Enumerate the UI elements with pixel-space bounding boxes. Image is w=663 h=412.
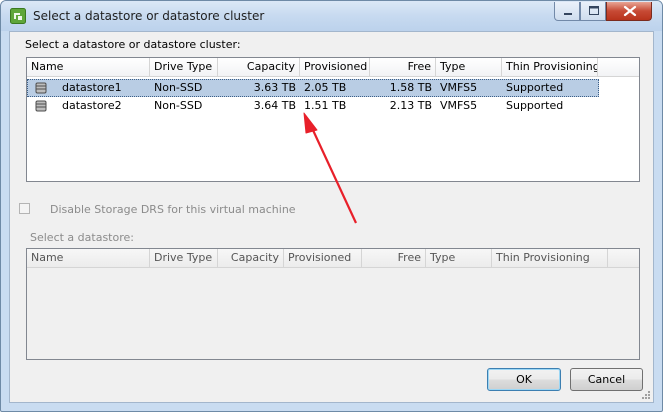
resize-grip-icon[interactable]	[641, 390, 651, 400]
column-header-name[interactable]: Name	[27, 58, 150, 76]
column-header-type[interactable]: Type	[426, 249, 492, 267]
disable-storage-drs-label: Disable Storage DRS for this virtual mac…	[50, 203, 296, 216]
datastore-table[interactable]: Name Drive Type Capacity Provisioned Fre…	[26, 57, 640, 182]
column-header-provisioned[interactable]: Provisioned	[300, 58, 370, 76]
column-header-name[interactable]: Name	[27, 249, 150, 267]
datastore-section-label: Select a datastore or datastore cluster:	[25, 38, 241, 51]
title-bar[interactable]: Select a datastore or datastore cluster	[1, 1, 662, 31]
cell-thin-provisioning: Supported	[506, 99, 564, 112]
vsphere-app-icon	[10, 8, 26, 24]
maximize-button[interactable]	[580, 2, 606, 21]
column-header-drive-type[interactable]: Drive Type	[150, 58, 218, 76]
column-header-provisioned[interactable]: Provisioned	[284, 249, 362, 267]
table-row[interactable]: datastore1 Non-SSD 3.63 TB 2.05 TB 1.58 …	[27, 79, 599, 97]
minimize-button[interactable]	[554, 2, 580, 21]
select-datastore-label: Select a datastore:	[30, 231, 134, 244]
cell-type: VMFS5	[440, 99, 478, 112]
datastore-details-table[interactable]: Name Drive Type Capacity Provisioned Fre…	[26, 248, 640, 360]
column-header-free[interactable]: Free	[370, 58, 436, 76]
cell-drive-type: Non-SSD	[154, 81, 203, 94]
datastore-icon	[35, 100, 47, 112]
dialog-window: Select a datastore or datastore cluster …	[0, 0, 663, 412]
close-icon	[623, 5, 637, 17]
cancel-button[interactable]: Cancel	[570, 368, 643, 391]
dialog-body: Select a datastore or datastore cluster:…	[9, 31, 654, 403]
cell-free: 2.13 TB	[389, 99, 432, 112]
cell-provisioned: 2.05 TB	[304, 81, 347, 94]
column-header-type[interactable]: Type	[436, 58, 502, 76]
cell-capacity: 3.64 TB	[253, 99, 296, 112]
details-table-header: Name Drive Type Capacity Provisioned Fre…	[27, 249, 639, 268]
datastore-table-header: Name Drive Type Capacity Provisioned Fre…	[27, 58, 639, 77]
column-header-free[interactable]: Free	[362, 249, 426, 267]
close-button[interactable]	[606, 2, 652, 21]
cell-name: datastore2	[62, 99, 122, 112]
cell-free: 1.58 TB	[389, 81, 432, 94]
cell-name: datastore1	[62, 81, 122, 94]
ok-button[interactable]: OK	[487, 368, 561, 391]
column-header-drive-type[interactable]: Drive Type	[150, 249, 218, 267]
cell-drive-type: Non-SSD	[154, 99, 203, 112]
disable-storage-drs-checkbox[interactable]	[19, 203, 30, 214]
maximize-icon	[589, 6, 599, 15]
column-header-capacity[interactable]: Capacity	[218, 249, 284, 267]
datastore-icon	[35, 82, 47, 94]
window-title: Select a datastore or datastore cluster	[33, 9, 265, 23]
column-header-thin-provisioning[interactable]: Thin Provisioning	[502, 58, 598, 76]
cell-capacity: 3.63 TB	[253, 81, 296, 94]
cell-type: VMFS5	[440, 81, 478, 94]
cell-provisioned: 1.51 TB	[304, 99, 347, 112]
minimize-icon	[564, 13, 572, 15]
table-row[interactable]: datastore2 Non-SSD 3.64 TB 1.51 TB 2.13 …	[27, 97, 599, 115]
cell-thin-provisioning: Supported	[506, 81, 564, 94]
column-header-thin-provisioning[interactable]: Thin Provisioning	[492, 249, 608, 267]
column-header-capacity[interactable]: Capacity	[218, 58, 300, 76]
